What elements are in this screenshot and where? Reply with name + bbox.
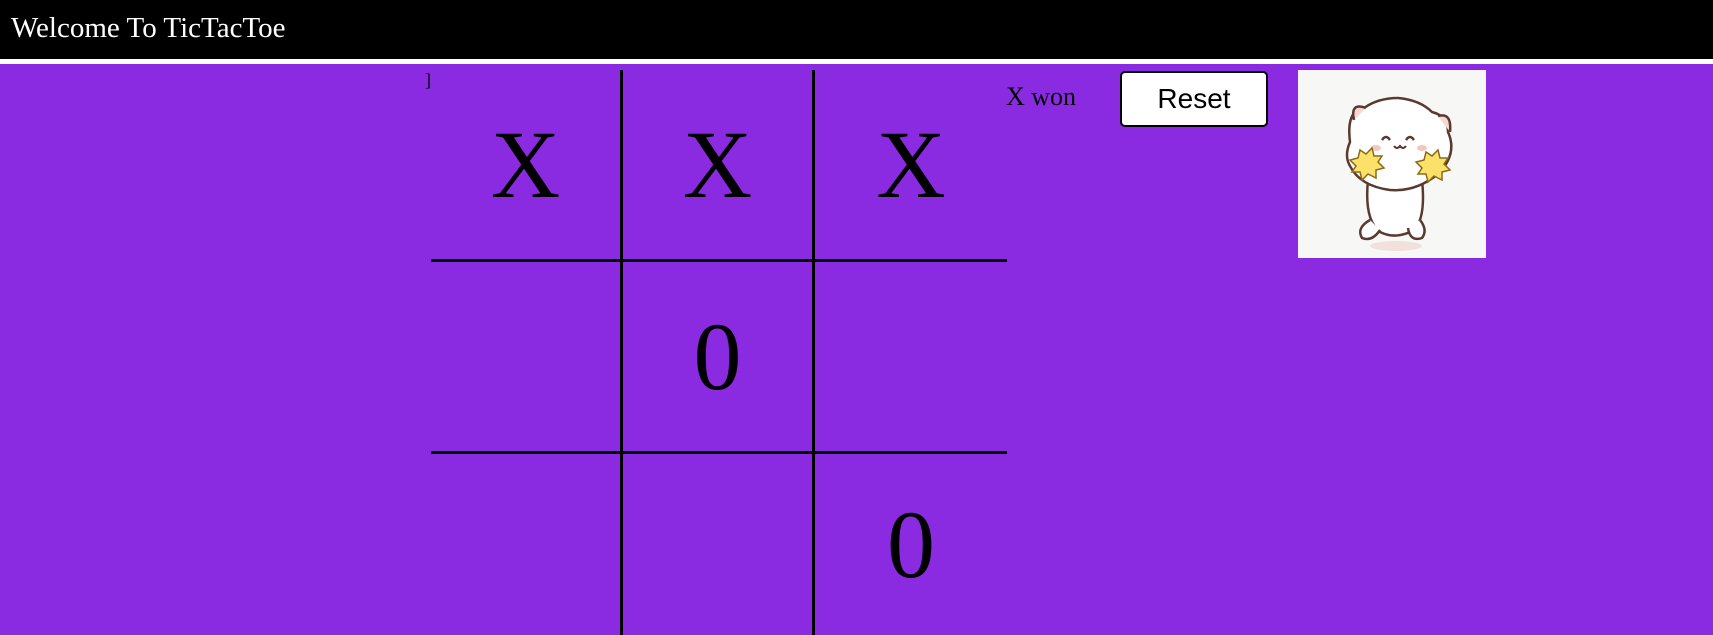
board-cell-2[interactable]: X: [815, 70, 1007, 262]
game-board: X X X 0 0: [431, 70, 1007, 635]
board-cell-1[interactable]: X: [623, 70, 815, 262]
cell-mark: 0: [693, 302, 742, 410]
board-cell-4[interactable]: 0: [623, 262, 815, 454]
board-cell-5[interactable]: [815, 262, 1007, 454]
cheering-cat-icon: [1298, 70, 1486, 258]
game-status: X won: [1006, 82, 1077, 111]
cell-mark: X: [682, 110, 753, 218]
board-cell-6[interactable]: [431, 454, 623, 635]
board-cell-3[interactable]: [431, 262, 623, 454]
board-cell-7[interactable]: [623, 454, 815, 635]
top-navbar: Welcome To TicTacToe: [0, 0, 1713, 64]
reset-button[interactable]: Reset: [1120, 71, 1268, 127]
page-title: Welcome To TicTacToe: [11, 12, 286, 44]
cell-mark: X: [876, 110, 946, 218]
board-cell-0[interactable]: X: [431, 70, 623, 262]
cell-mark: X: [490, 110, 561, 218]
cell-mark: 0: [887, 490, 935, 598]
board-cell-8[interactable]: 0: [815, 454, 1007, 635]
